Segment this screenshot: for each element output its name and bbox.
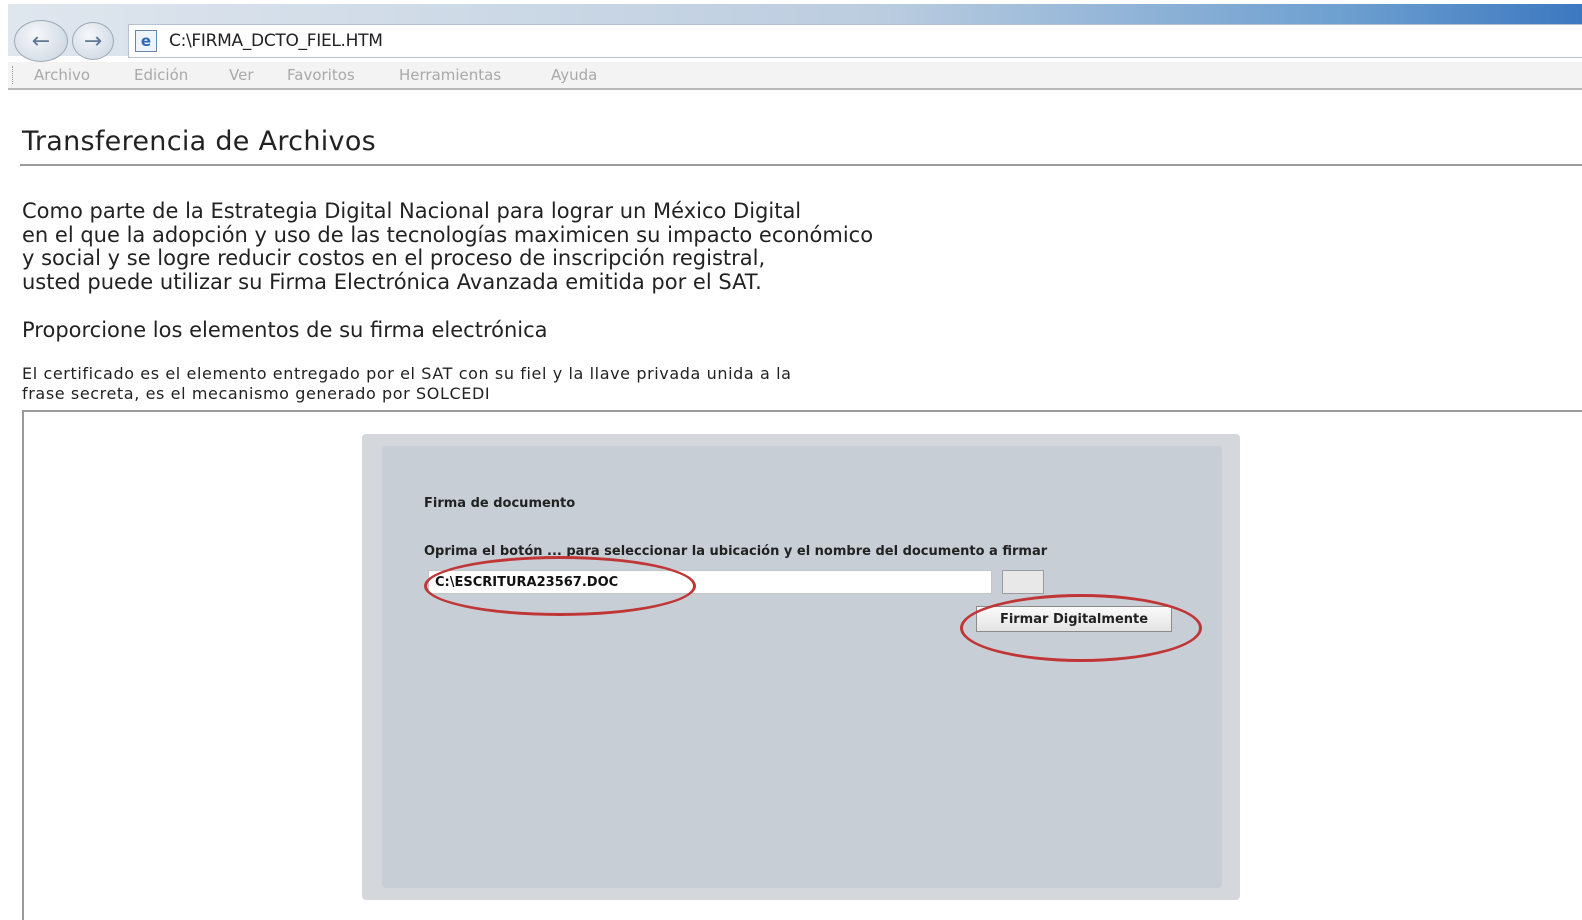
menu-favoritos[interactable]: Favoritos xyxy=(287,66,355,84)
signature-subheading: Proporcione los elementos de su firma el… xyxy=(22,318,548,342)
applet-inner-panel xyxy=(382,446,1222,888)
intro-line: y social y se logre reducir costos en el… xyxy=(22,246,766,270)
intro-line: en el que la adopción y uso de las tecno… xyxy=(22,222,874,247)
address-text[interactable]: C:\FIRMA_DCTO_FIEL.HTM xyxy=(169,31,383,51)
ie-page-icon: e xyxy=(135,30,157,52)
address-bar[interactable]: e C:\FIRMA_DCTO_FIEL.HTM xyxy=(128,24,1582,58)
applet-title: Firma de documento xyxy=(424,496,576,511)
forward-arrow-icon[interactable]: → xyxy=(72,22,114,60)
annotation-circle-file xyxy=(424,556,696,616)
menu-ayuda[interactable]: Ayuda xyxy=(551,66,597,84)
note-line: El certificado es el elemento entregado … xyxy=(22,364,792,383)
menu-herramientas[interactable]: Herramientas xyxy=(399,66,501,84)
intro-line: usted puede utilizar su Firma Electrónic… xyxy=(22,269,762,294)
annotation-circle-button xyxy=(960,594,1202,662)
intro-paragraph: Como parte de la Estrategia Digital Naci… xyxy=(22,199,874,294)
menu-edicion[interactable]: Edición xyxy=(134,66,188,84)
certificate-note: El certificado es el elemento entregado … xyxy=(22,364,792,404)
page-title: Transferencia de Archivos xyxy=(22,126,377,157)
note-line: frase secreta, es el mecanismo generado … xyxy=(22,384,491,403)
browse-button[interactable] xyxy=(1002,570,1044,594)
intro-line: Como parte de la Estrategia Digital Naci… xyxy=(22,199,802,223)
title-divider xyxy=(20,164,1582,166)
menu-archivo[interactable]: Archivo xyxy=(34,66,90,84)
menu-bar: Archivo Edición Ver Favoritos Herramient… xyxy=(8,62,1582,90)
menu-ver[interactable]: Ver xyxy=(229,66,254,84)
menu-grip xyxy=(12,66,15,84)
back-arrow-icon[interactable]: ← xyxy=(14,20,68,62)
